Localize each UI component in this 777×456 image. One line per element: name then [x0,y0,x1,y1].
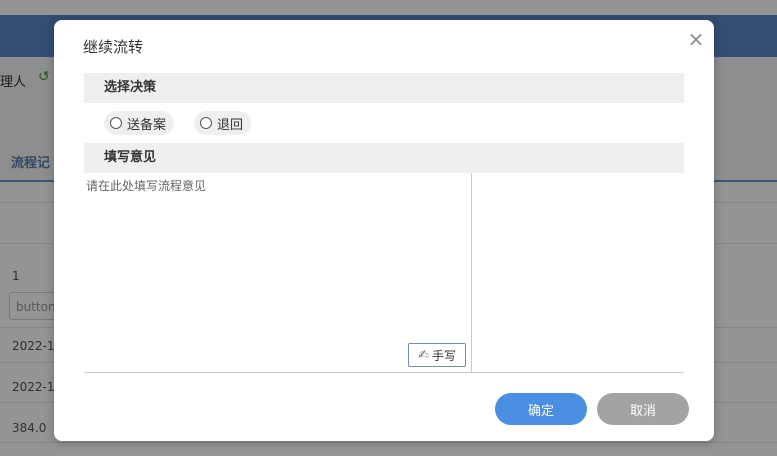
opinion-section-header: 填写意见 [84,143,684,173]
confirm-button[interactable]: 确定 [495,393,587,425]
cancel-button[interactable]: 取消 [597,393,689,425]
continue-flow-dialog: 继续流转 × 选择决策 送备案 退回 填写意见 ✍ 手写 确定 取消 [54,20,714,441]
radio-circle-icon[interactable] [110,117,122,129]
radio-circle-icon[interactable] [200,117,213,129]
radio-option-return[interactable]: 退回 [194,111,252,135]
handwrite-button[interactable]: ✍ 手写 [408,343,466,367]
handwrite-label: 手写 [431,348,456,363]
radio-label: 送备案 [127,117,167,133]
decision-radio-group: 送备案 退回 [104,111,252,135]
opinion-box: ✍ 手写 [84,173,684,373]
pen-icon: ✍ [418,347,429,363]
close-icon[interactable]: × [686,29,706,49]
radio-label: 退回 [217,117,244,133]
dialog-title: 继续流转 [83,38,144,56]
decision-section-header: 选择决策 [84,73,684,103]
radio-option-file[interactable]: 送备案 [104,111,175,135]
